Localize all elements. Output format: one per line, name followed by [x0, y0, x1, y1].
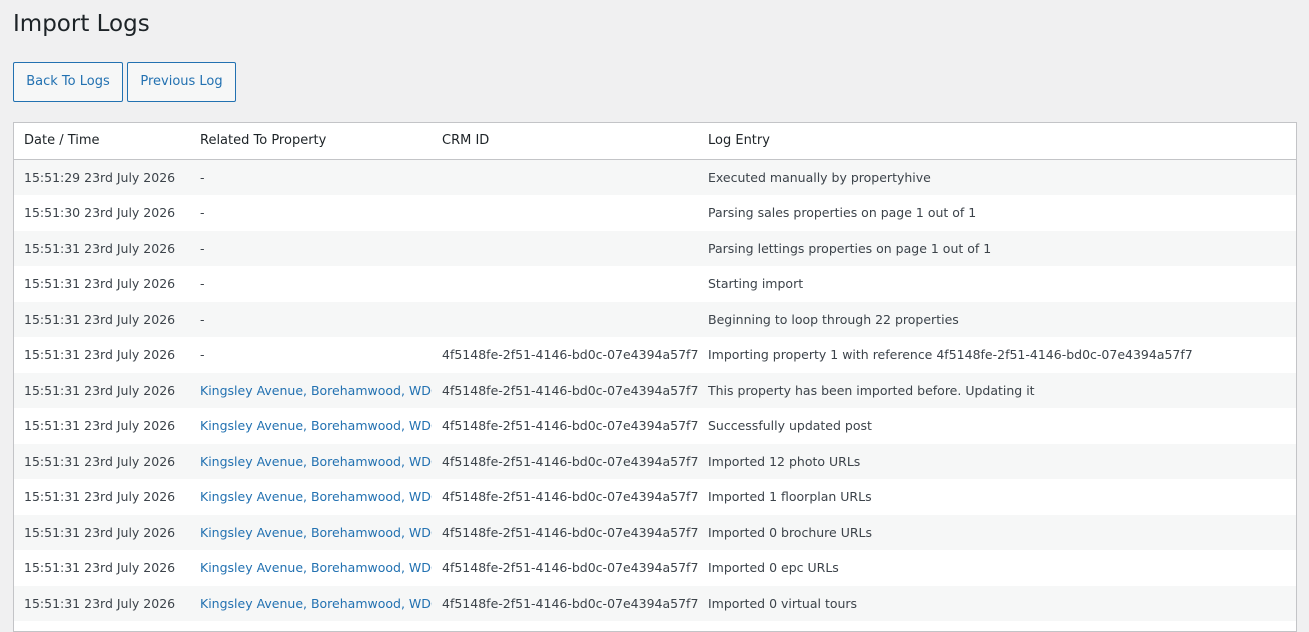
cell-related-property: Kingsley Avenue, Borehamwood, WD6: [190, 550, 432, 586]
cell-date-time: 15:51:29 23rd July 2026: [14, 159, 190, 195]
table-row: 15:51:31 23rd July 2026 Kingsley Avenue, …: [14, 443, 1296, 479]
cell-log-entry: Imported 0 virtual tours: [698, 585, 1296, 621]
table-row: 15:51:31 23rd July 2026 Kingsley Avenue, …: [14, 550, 1296, 586]
cell-related-property: Kingsley Avenue, Borehamwood, WD6: [190, 408, 432, 444]
table-row: 15:51:29 23rd July 2026- Executed manuall…: [14, 159, 1296, 195]
log-table: Date / Time Related To Property CRM ID L…: [14, 123, 1296, 621]
cell-log-entry: Successfully updated post: [698, 408, 1296, 444]
log-table-body: 15:51:29 23rd July 2026- Executed manuall…: [14, 159, 1296, 621]
cell-date-time: 15:51:31 23rd July 2026: [14, 337, 190, 373]
cell-date-time: 15:51:31 23rd July 2026: [14, 266, 190, 302]
cell-related-property: -: [190, 159, 432, 195]
cell-date-time: 15:51:31 23rd July 2026: [14, 230, 190, 266]
page-title: Import Logs: [13, 11, 150, 37]
cell-crm-id: 4f5148fe-2f51-4146-bd0c-07e4394a57f7: [432, 585, 698, 621]
cell-crm-id: 4f5148fe-2f51-4146-bd0c-07e4394a57f7: [432, 337, 698, 373]
cell-related-property: Kingsley Avenue, Borehamwood, WD6: [190, 479, 432, 515]
cell-related-property: -: [190, 195, 432, 231]
import-logs-page: Import Logs Back To Logs Previous Log Da…: [0, 0, 1309, 632]
cell-crm-id: 4f5148fe-2f51-4146-bd0c-07e4394a57f7: [432, 372, 698, 408]
cell-log-entry: Parsing lettings properties on page 1 ou…: [698, 230, 1296, 266]
header-date-time: Date / Time: [14, 123, 190, 160]
property-link[interactable]: Kingsley Avenue, Borehamwood, WD6: [200, 560, 432, 575]
cell-related-property: -: [190, 337, 432, 373]
cell-date-time: 15:51:30 23rd July 2026: [14, 195, 190, 231]
property-link[interactable]: Kingsley Avenue, Borehamwood, WD6: [200, 418, 432, 433]
table-row: 15:51:31 23rd July 2026 Kingsley Avenue, …: [14, 585, 1296, 621]
property-link[interactable]: Kingsley Avenue, Borehamwood, WD6: [200, 596, 432, 611]
cell-crm-id: 4f5148fe-2f51-4146-bd0c-07e4394a57f7: [432, 514, 698, 550]
cell-crm-id: [432, 159, 698, 195]
cell-related-property: Kingsley Avenue, Borehamwood, WD6: [190, 372, 432, 408]
cell-crm-id: [432, 266, 698, 302]
cell-log-entry: Parsing sales properties on page 1 out o…: [698, 195, 1296, 231]
header-log-entry: Log Entry: [698, 123, 1296, 160]
cell-log-entry: Starting import: [698, 266, 1296, 302]
cell-crm-id: 4f5148fe-2f51-4146-bd0c-07e4394a57f7: [432, 408, 698, 444]
cell-related-property: Kingsley Avenue, Borehamwood, WD6: [190, 585, 432, 621]
cell-related-property: -: [190, 230, 432, 266]
cell-log-entry: Imported 0 epc URLs: [698, 550, 1296, 586]
cell-date-time: 15:51:31 23rd July 2026: [14, 550, 190, 586]
cell-log-entry: Imported 0 brochure URLs: [698, 514, 1296, 550]
cell-date-time: 15:51:31 23rd July 2026: [14, 585, 190, 621]
table-row: 15:51:31 23rd July 2026 Kingsley Avenue, …: [14, 408, 1296, 444]
cell-related-property: -: [190, 266, 432, 302]
cell-crm-id: [432, 195, 698, 231]
cell-log-entry: Executed manually by propertyhive: [698, 159, 1296, 195]
cell-log-entry: Importing property 1 with reference 4f51…: [698, 337, 1296, 373]
table-row: 15:51:30 23rd July 2026- Parsing sales pr…: [14, 195, 1296, 231]
log-table-container: Date / Time Related To Property CRM ID L…: [13, 122, 1297, 632]
table-row: 15:51:31 23rd July 2026- Parsing lettings…: [14, 230, 1296, 266]
property-link[interactable]: Kingsley Avenue, Borehamwood, WD6: [200, 383, 432, 398]
cell-crm-id: 4f5148fe-2f51-4146-bd0c-07e4394a57f7: [432, 479, 698, 515]
cell-crm-id: [432, 230, 698, 266]
table-row: 15:51:31 23rd July 2026 Kingsley Avenue, …: [14, 514, 1296, 550]
table-row: 15:51:31 23rd July 2026- Starting import: [14, 266, 1296, 302]
property-link[interactable]: Kingsley Avenue, Borehamwood, WD6: [200, 489, 432, 504]
cell-crm-id: [432, 301, 698, 337]
header-related-property: Related To Property: [190, 123, 432, 160]
back-to-logs-button[interactable]: Back To Logs: [13, 62, 123, 102]
cell-date-time: 15:51:31 23rd July 2026: [14, 479, 190, 515]
cell-related-property: -: [190, 301, 432, 337]
cell-crm-id: 4f5148fe-2f51-4146-bd0c-07e4394a57f7: [432, 443, 698, 479]
property-link[interactable]: Kingsley Avenue, Borehamwood, WD6: [200, 454, 432, 469]
cell-date-time: 15:51:31 23rd July 2026: [14, 408, 190, 444]
cell-related-property: Kingsley Avenue, Borehamwood, WD6: [190, 443, 432, 479]
header-crm-id: CRM ID: [432, 123, 698, 160]
cell-date-time: 15:51:31 23rd July 2026: [14, 301, 190, 337]
cell-log-entry: Imported 1 floorplan URLs: [698, 479, 1296, 515]
cell-log-entry: This property has been imported before. …: [698, 372, 1296, 408]
cell-crm-id: 4f5148fe-2f51-4146-bd0c-07e4394a57f7: [432, 550, 698, 586]
cell-log-entry: Beginning to loop through 22 properties: [698, 301, 1296, 337]
cell-related-property: Kingsley Avenue, Borehamwood, WD6: [190, 514, 432, 550]
property-link[interactable]: Kingsley Avenue, Borehamwood, WD6: [200, 525, 432, 540]
table-row: 15:51:31 23rd July 2026 Kingsley Avenue, …: [14, 372, 1296, 408]
table-row: 15:51:31 23rd July 2026-4f5148fe-2f51-41…: [14, 337, 1296, 373]
table-row: 15:51:31 23rd July 2026- Beginning to loo…: [14, 301, 1296, 337]
cell-date-time: 15:51:31 23rd July 2026: [14, 514, 190, 550]
cell-date-time: 15:51:31 23rd July 2026: [14, 443, 190, 479]
cell-date-time: 15:51:31 23rd July 2026: [14, 372, 190, 408]
header-row: Date / Time Related To Property CRM ID L…: [14, 123, 1296, 160]
log-table-header: Date / Time Related To Property CRM ID L…: [14, 123, 1296, 160]
previous-log-button[interactable]: Previous Log: [127, 62, 236, 102]
table-row: 15:51:31 23rd July 2026 Kingsley Avenue, …: [14, 479, 1296, 515]
cell-log-entry: Imported 12 photo URLs: [698, 443, 1296, 479]
